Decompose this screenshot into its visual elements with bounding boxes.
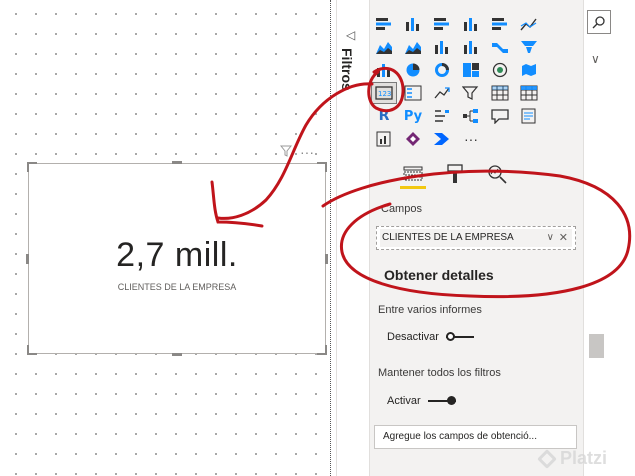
100-stacked-bar-chart-icon[interactable]: [488, 14, 512, 34]
treemap-icon[interactable]: [459, 60, 483, 80]
chevron-down-icon[interactable]: ∨: [547, 229, 554, 247]
filter-icon[interactable]: [279, 145, 293, 160]
more-visuals-icon[interactable]: ···: [459, 129, 483, 149]
collapse-left-icon[interactable]: ◁: [346, 28, 355, 42]
scrollbar-thumb[interactable]: [589, 334, 604, 358]
area-chart-icon[interactable]: [372, 37, 396, 57]
resize-handle-top-right[interactable]: [317, 162, 327, 172]
key-influencers-icon[interactable]: [430, 106, 454, 126]
more-options-icon[interactable]: ···: [300, 144, 314, 160]
report-canvas[interactable]: 2,7 mill. CLIENTES DE LA EMPRESA ···: [0, 0, 333, 476]
fields-well[interactable]: CLIENTES DE LA EMPRESA ∨ ✕: [376, 226, 576, 250]
filters-pane-label[interactable]: Filtros: [339, 48, 355, 91]
remove-field-icon[interactable]: ✕: [559, 229, 568, 247]
slicer-icon[interactable]: [459, 83, 483, 103]
smart-narrative-icon[interactable]: [517, 106, 541, 126]
keep-filters-label: Mantener todos los filtros: [378, 367, 501, 379]
cross-report-toggle-text: Desactivar: [387, 331, 439, 343]
add-drillthrough-fields-button[interactable]: Agregue los campos de obtenció...: [374, 425, 577, 449]
resize-handle-top-left[interactable]: [27, 162, 37, 172]
fields-section-label: Campos: [381, 203, 422, 215]
card-visual[interactable]: 2,7 mill. CLIENTES DE LA EMPRESA: [26, 161, 328, 356]
line-clustered-column-chart-icon[interactable]: [430, 37, 454, 57]
ribbon-chart-icon[interactable]: [488, 37, 512, 57]
keep-filters-toggle[interactable]: [427, 396, 456, 406]
python-visual-icon[interactable]: Py: [401, 106, 425, 126]
pane-tabs: [384, 162, 534, 190]
resize-handle-top[interactable]: [172, 161, 182, 164]
analytics-tab-icon[interactable]: [482, 162, 512, 186]
filled-map-icon[interactable]: [517, 60, 541, 80]
resize-handle-bottom[interactable]: [172, 353, 182, 356]
stacked-bar-chart-icon[interactable]: [372, 14, 396, 34]
kpi-icon[interactable]: [430, 83, 454, 103]
map-icon[interactable]: [488, 60, 512, 80]
paginated-report-icon[interactable]: [372, 129, 396, 149]
decomposition-tree-icon[interactable]: [459, 106, 483, 126]
field-chip[interactable]: CLIENTES DE LA EMPRESA ∨ ✕: [380, 229, 572, 247]
filters-pane-collapsed[interactable]: ◁ Filtros: [336, 0, 370, 476]
line-chart-icon[interactable]: [517, 14, 541, 34]
clustered-column-chart-icon[interactable]: [459, 14, 483, 34]
keep-filters-toggle-row[interactable]: Activar: [387, 395, 456, 407]
visual-header: ···: [279, 144, 314, 160]
svg-text:123: 123: [378, 90, 391, 98]
resize-handle-bottom-left[interactable]: [27, 345, 37, 355]
qa-icon[interactable]: [488, 106, 512, 126]
stacked-area-chart-icon[interactable]: [401, 37, 425, 57]
r-visual-icon[interactable]: R: [372, 106, 396, 126]
resize-handle-bottom-right[interactable]: [317, 345, 327, 355]
card-value: 2,7 mill.: [116, 236, 238, 274]
pie-chart-icon[interactable]: [401, 60, 425, 80]
watermark-text: Platzi: [560, 448, 608, 468]
chevron-down-icon[interactable]: ∨: [591, 52, 600, 66]
fields-tab-icon[interactable]: [398, 162, 428, 189]
matrix-icon[interactable]: [517, 83, 541, 103]
card-category-label: CLIENTES DE LA EMPRESA: [117, 282, 237, 292]
table-icon[interactable]: [488, 83, 512, 103]
cross-report-toggle-row[interactable]: Desactivar: [387, 331, 475, 343]
cross-report-toggle[interactable]: [446, 332, 475, 342]
field-chip-label: CLIENTES DE LA EMPRESA: [382, 232, 514, 243]
multi-row-card-icon[interactable]: [401, 83, 425, 103]
platzi-logo-icon: [537, 449, 557, 470]
stacked-column-chart-icon[interactable]: [401, 14, 425, 34]
drillthrough-heading: Obtener detalles: [384, 267, 494, 283]
platzi-watermark: Platzi: [537, 448, 608, 470]
clustered-bar-chart-icon[interactable]: [430, 14, 454, 34]
visual-type-gallery: 123 R Py ···: [371, 14, 562, 152]
power-apps-icon[interactable]: [401, 129, 425, 149]
funnel-chart-icon[interactable]: [517, 37, 541, 57]
format-tab-icon[interactable]: [440, 162, 470, 186]
search-icon[interactable]: [587, 10, 611, 34]
power-automate-icon[interactable]: [430, 129, 454, 149]
line-stacked-column-chart-icon[interactable]: [459, 37, 483, 57]
card-icon[interactable]: 123: [371, 82, 397, 104]
cross-report-label: Entre varios informes: [378, 304, 482, 316]
canvas-boundary: [330, 0, 331, 476]
fields-pane-collapsed: [583, 0, 635, 476]
donut-chart-icon[interactable]: [430, 60, 454, 80]
waterfall-chart-icon[interactable]: [372, 60, 396, 80]
resize-handle-right[interactable]: [325, 254, 328, 264]
keep-filters-toggle-text: Activar: [387, 395, 421, 407]
